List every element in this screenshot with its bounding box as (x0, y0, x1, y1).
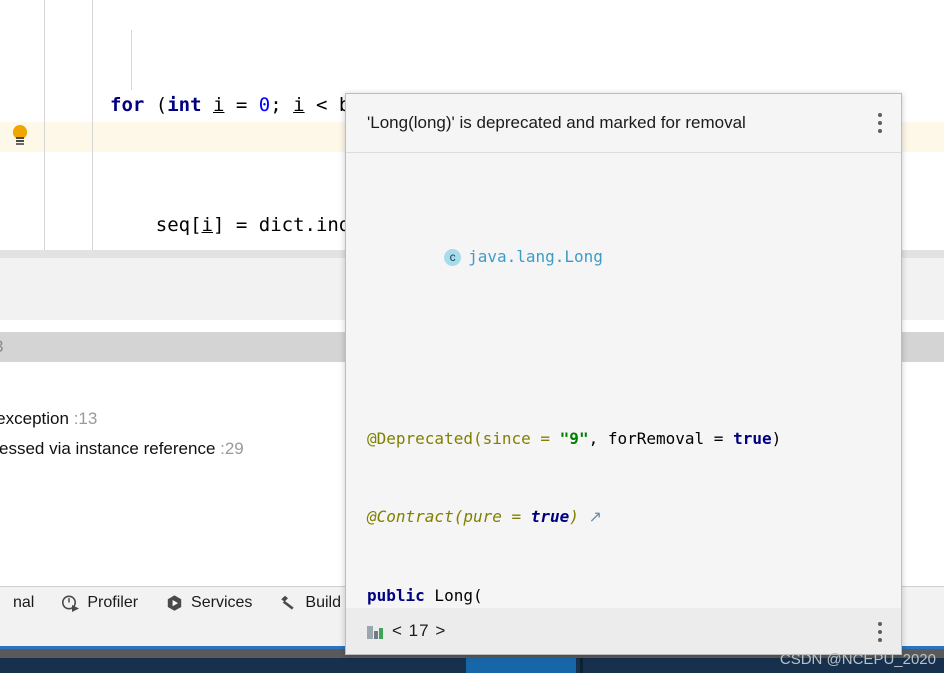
kebab-dot (878, 129, 882, 133)
kebab-dot (878, 121, 882, 125)
os-taskbar[interactable] (0, 658, 944, 673)
popup-signature-section: c java.lang.Long @Deprecated(since = "9",… (346, 153, 901, 654)
annotation-forremoval-value: true (733, 429, 772, 448)
jdk-bar-1 (374, 630, 378, 639)
taskbar-separator (580, 658, 583, 673)
popup-title-text: 'Long(long)' is deprecated and marked fo… (367, 113, 746, 132)
hammer-icon (278, 593, 298, 613)
services-icon (164, 593, 184, 613)
popup-class-line[interactable]: c java.lang.Long (346, 218, 901, 296)
documentation-popup[interactable]: 'Long(long)' is deprecated and marked fo… (345, 93, 902, 655)
jdk-bar-2 (379, 627, 383, 639)
kebab-dot (878, 638, 882, 642)
popup-class-name: java.lang.Long (468, 247, 603, 266)
annotation-since-value: "9" (559, 429, 589, 448)
kebab-dot (878, 622, 882, 626)
popup-title-bar: 'Long(long)' is deprecated and marked fo… (346, 94, 901, 153)
version-prev-button[interactable]: < (392, 621, 403, 640)
tool-window-terminal[interactable]: nal (0, 587, 34, 619)
kebab-menu-icon[interactable] (878, 113, 882, 133)
annotation-deprecated-close: ) (771, 429, 782, 448)
jdk-version-nav[interactable]: < 17 > (392, 621, 446, 641)
tool-window-services[interactable]: Services (164, 587, 252, 619)
tool-window-build[interactable]: Build (278, 587, 341, 619)
screen: for (int i = 0; i < bv.length(); i++) { … (0, 0, 944, 673)
inspection-lineno: :13 (73, 409, 98, 428)
tool-window-label: nal (13, 594, 35, 611)
inspection-group-label: 3 (0, 337, 3, 356)
keyword-int: int (167, 94, 202, 116)
inspection-text: n exception (0, 409, 69, 428)
popup-annotation-deprecated: @Deprecated(since = "9", forRemoval = tr… (346, 426, 901, 452)
annotation-contract-close: ) (569, 507, 579, 526)
tool-window-label: Services (191, 594, 253, 611)
signature-name: Long( (424, 586, 483, 605)
popup-blank-line (346, 348, 901, 374)
tool-window-profiler[interactable]: Profiler (60, 587, 138, 619)
var-i: i (213, 94, 225, 116)
var-seq: seq (155, 214, 191, 236)
annotation-pure-value: true (530, 507, 570, 526)
tool-window-label: Build (305, 594, 341, 611)
profiler-icon (60, 593, 80, 613)
popup-annotation-contract: @Contract(pure = true) ↗ (346, 504, 901, 531)
kebab-dot (878, 113, 882, 117)
signature-modifier: public (367, 586, 425, 605)
var-i-index: i (201, 214, 213, 236)
keyword-for: for (110, 94, 145, 116)
number-zero: 0 (258, 94, 271, 116)
terminal-icon (0, 593, 6, 613)
kebab-dot (878, 630, 882, 634)
external-link-arrow-icon[interactable]: ↗ (589, 509, 602, 526)
var-dict: dict (258, 214, 305, 236)
annotation-deprecated-name: @Deprecated (367, 429, 473, 448)
jdk-bar-0 (367, 625, 373, 639)
annotation-forremoval-key: , forRemoval = (588, 429, 734, 448)
version-next-button[interactable]: > (435, 621, 446, 640)
version-label: 17 (408, 621, 430, 640)
taskbar-active-item[interactable] (466, 658, 576, 673)
annotation-contract-name: @Contract (367, 507, 454, 526)
class-icon: c (444, 249, 462, 266)
inspection-lineno: :29 (220, 439, 244, 458)
var-i-cond: i (293, 94, 305, 116)
annotation-deprecated-open: (since = (472, 429, 560, 448)
popup-signature-line: public Long( (346, 583, 901, 609)
tool-window-label: Profiler (87, 594, 139, 611)
annotation-contract-open: (pure = (453, 507, 531, 526)
inspection-text: ccessed via instance reference (0, 439, 221, 458)
kebab-menu-icon[interactable] (878, 622, 882, 642)
jdk-module-icon (367, 624, 385, 639)
popup-footer: < 17 > (346, 608, 901, 654)
